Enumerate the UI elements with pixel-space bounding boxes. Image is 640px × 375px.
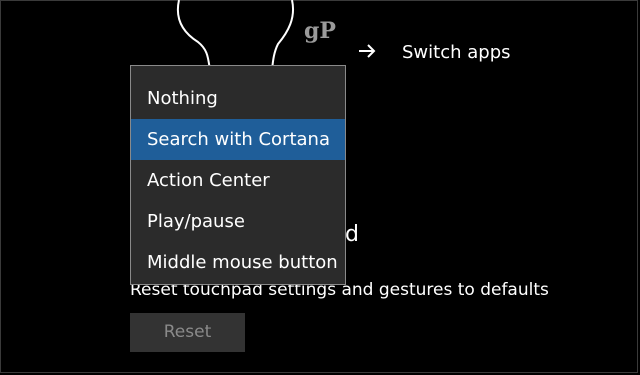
- dropdown-option-action-center[interactable]: Action Center: [131, 160, 345, 201]
- watermark-logo: gP: [304, 18, 336, 44]
- arrow-right-icon: [359, 44, 376, 58]
- dropdown-option-search-with-cortana[interactable]: Search with Cortana: [131, 119, 345, 160]
- three-finger-gesture-icon: [177, 0, 294, 70]
- gesture-action-label: Switch apps: [402, 42, 511, 63]
- reset-button[interactable]: Reset: [130, 313, 245, 352]
- dropdown-option-play-pause[interactable]: Play/pause: [131, 201, 345, 242]
- dropdown-option-nothing[interactable]: Nothing: [131, 78, 345, 119]
- section-heading: d: [345, 222, 359, 247]
- dropdown-option-middle-mouse-button[interactable]: Middle mouse button: [131, 242, 345, 283]
- gesture-action-dropdown: Nothing Search with Cortana Action Cente…: [130, 65, 346, 285]
